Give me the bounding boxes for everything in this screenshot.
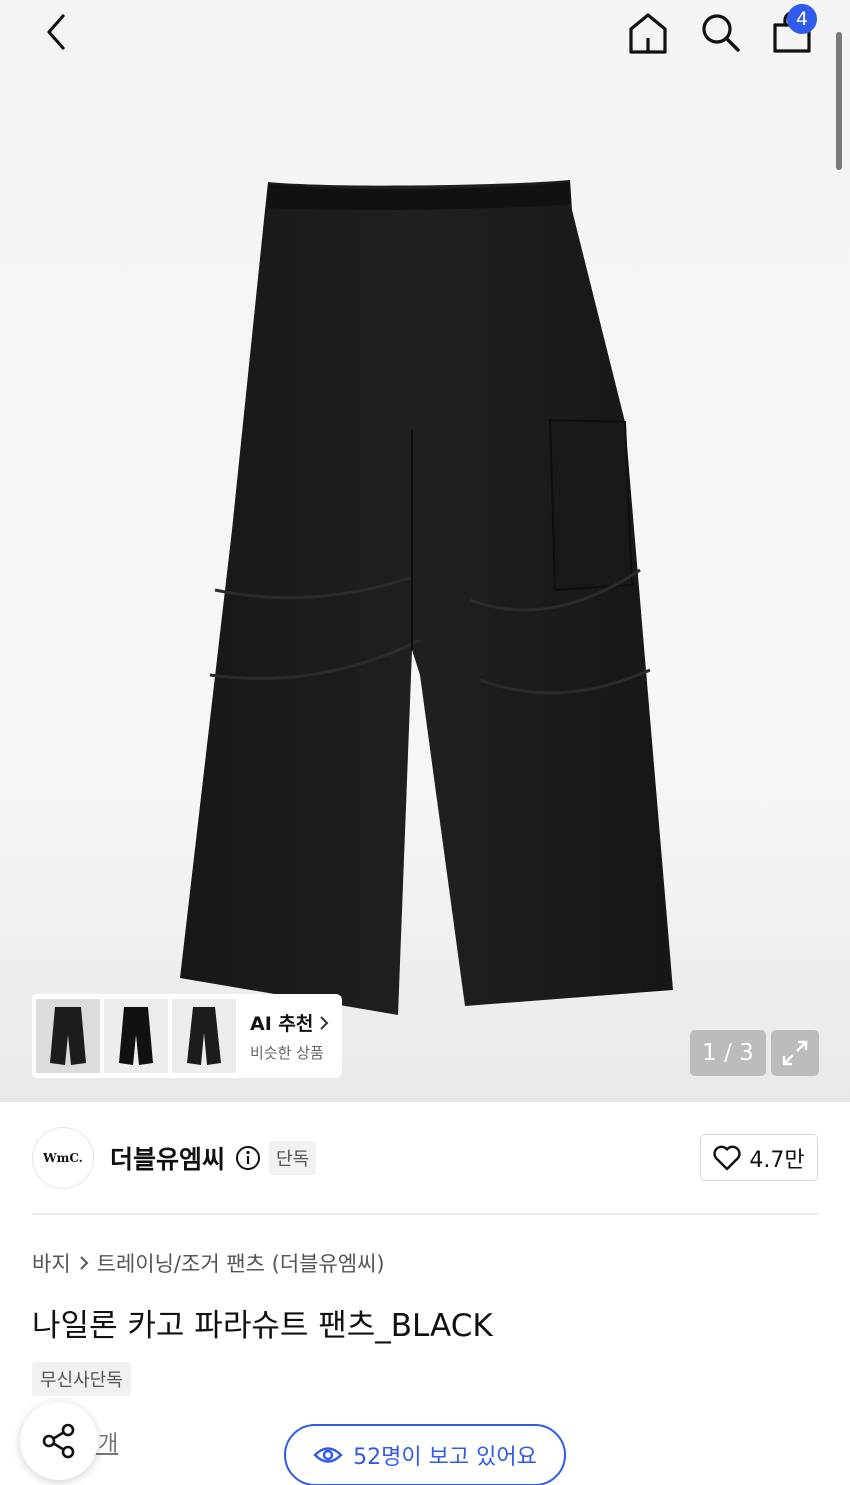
like-button[interactable]: 4.7만 [700,1134,818,1181]
brand-logo[interactable]: WmC. [32,1127,94,1189]
exclusive-tag: 무신사단독 [32,1362,131,1396]
pants-thumbnail-icon [187,1007,221,1065]
chevron-right-icon [79,1256,89,1270]
share-icon [42,1423,75,1459]
search-button[interactable] [694,6,746,58]
page-scrollbar[interactable] [836,32,842,170]
ai-recommendation-label: AI 추천 [250,1013,314,1035]
section-divider [32,1213,818,1215]
top-navigation-bar: 4 [0,0,850,64]
breadcrumb-subcategory[interactable]: 트레이닝/조거 팬츠 (더블유엠씨) [97,1248,385,1278]
expand-icon [782,1040,808,1066]
brand-name[interactable]: 더블유엠씨 [110,1140,225,1176]
ai-recommendation-link[interactable]: AI 추천 비슷한 상품 [250,1009,329,1063]
breadcrumb-category[interactable]: 바지 [32,1248,71,1278]
search-icon [702,14,740,52]
chevron-left-icon [47,14,65,50]
brand-info-button[interactable] [233,1143,263,1173]
back-button[interactable] [34,10,78,54]
exclusive-badge: 단독 [269,1141,317,1175]
pants-thumbnail-icon [50,1007,86,1065]
pants-thumbnail-icon [119,1007,153,1065]
live-viewers-text: 52명이 보고 있어요 [353,1445,537,1470]
ai-recommendation-title: AI 추천 [250,1009,329,1036]
image-counter: 1 / 3 [690,1030,766,1076]
like-count: 4.7만 [749,1147,805,1173]
product-photo[interactable] [170,170,690,1020]
eye-icon [313,1447,343,1463]
info-icon [236,1146,261,1170]
product-image-gallery[interactable]: 4 AI 추천 비슷한 상품 1 / 3 [0,0,850,1102]
thumbnail-3[interactable] [172,999,236,1073]
expand-image-button[interactable] [771,1030,819,1076]
chevron-right-icon [320,1015,329,1030]
thumbnail-2[interactable] [104,999,168,1073]
thumbnail-1[interactable] [36,999,100,1073]
breadcrumb: 바지 트레이닝/조거 팬츠 (더블유엠씨) [32,1248,385,1278]
live-viewers-pill[interactable]: 52명이 보고 있어요 [284,1424,566,1485]
home-button[interactable] [622,6,674,58]
thumbnail-strip: AI 추천 비슷한 상품 [32,994,342,1078]
cart-count-badge: 4 [787,4,817,34]
heart-icon [713,1145,742,1170]
product-title: 나일론 카고 파라슈트 팬츠_BLACK [32,1308,493,1344]
brand-row: WmC. 더블유엠씨 단독 4.7만 [32,1126,818,1190]
home-icon [629,13,667,54]
ai-recommendation-subtitle: 비슷한 상품 [250,1044,324,1062]
share-button[interactable] [20,1402,98,1480]
